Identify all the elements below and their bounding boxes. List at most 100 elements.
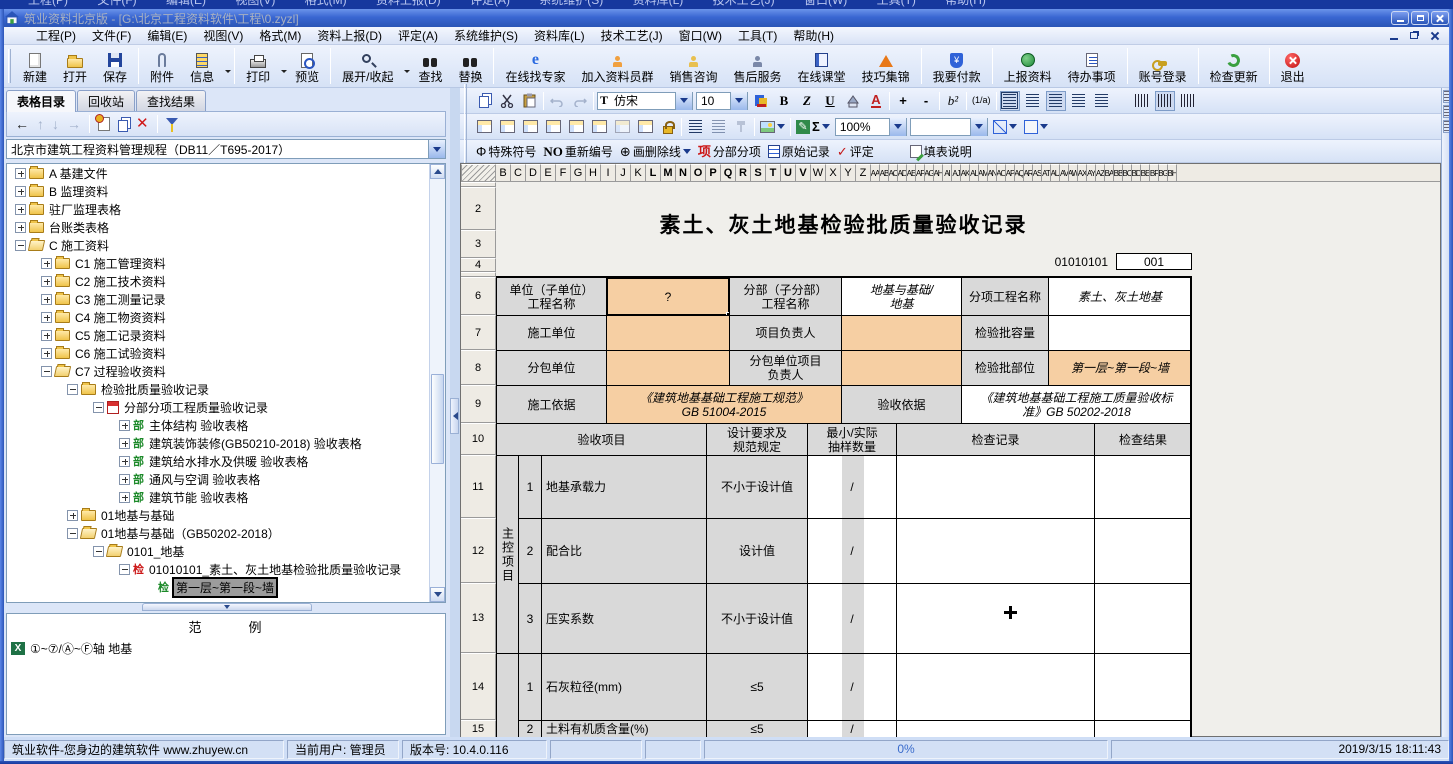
- tree-item[interactable]: C2 施工技术资料: [7, 272, 445, 290]
- new-button[interactable]: 新建: [15, 46, 55, 86]
- expand-plus-icon[interactable]: [41, 348, 52, 359]
- collapse-minus-icon[interactable]: [119, 564, 130, 575]
- column-header[interactable]: AJ: [952, 164, 961, 182]
- menu-item[interactable]: 工具(T): [730, 26, 785, 45]
- check-result-cell[interactable]: [1094, 518, 1192, 584]
- tree-item[interactable]: 01地基与基础（GB50202-2018）: [7, 524, 445, 542]
- item-sample-cell[interactable]: /: [807, 518, 897, 584]
- column-header[interactable]: AD: [898, 164, 907, 182]
- expand-plus-icon[interactable]: [119, 420, 130, 431]
- menu-item[interactable]: 资料上报(D): [309, 26, 390, 45]
- menu-item[interactable]: 文件(F): [84, 26, 139, 45]
- value-cell[interactable]: 素土、灰土地基: [1048, 277, 1192, 316]
- vertical-top-button[interactable]: [1132, 91, 1152, 111]
- column-header[interactable]: AI: [943, 164, 952, 182]
- item-sample-cell[interactable]: /: [807, 720, 897, 738]
- forward-arrow-icon[interactable]: →: [67, 117, 81, 131]
- tree-item[interactable]: 检验批质量验收记录: [7, 380, 445, 398]
- fill-color-button[interactable]: [1022, 117, 1050, 137]
- column-header[interactable]: B: [496, 164, 511, 182]
- column-header-selected[interactable]: N: [676, 164, 691, 182]
- column-header[interactable]: AF: [916, 164, 925, 182]
- new-node-icon[interactable]: [98, 117, 110, 131]
- column-header[interactable]: AH: [934, 164, 943, 182]
- item-sample-cell[interactable]: /: [807, 653, 897, 721]
- renumber-button[interactable]: NO重新编号: [541, 141, 615, 161]
- format-brush-button[interactable]: [731, 117, 751, 137]
- zoom-combo[interactable]: 100%: [835, 118, 907, 136]
- tree-item[interactable]: 台账类表格: [7, 218, 445, 236]
- delete-col-button[interactable]: [589, 117, 609, 137]
- line-style-combo[interactable]: [910, 118, 988, 136]
- column-header[interactable]: Z: [856, 164, 871, 182]
- column-header-selected[interactable]: Q: [721, 164, 736, 182]
- minimize-button[interactable]: [1391, 11, 1409, 25]
- row-header[interactable]: 4: [461, 258, 496, 272]
- menu-item[interactable]: 编辑(E): [139, 26, 195, 45]
- fraction-button[interactable]: (1/a): [970, 91, 993, 111]
- original-record-button[interactable]: 原始记录: [766, 141, 832, 161]
- column-header[interactable]: AK: [961, 164, 970, 182]
- combo-dropdown-button[interactable]: [675, 92, 692, 110]
- column-header[interactable]: AL: [970, 164, 979, 182]
- preview-button[interactable]: 预览: [287, 46, 327, 86]
- expand-plus-icon[interactable]: [41, 330, 52, 341]
- tree-item-selected[interactable]: 检第一层~第一段~墙: [7, 578, 445, 596]
- expand-plus-icon[interactable]: [15, 204, 26, 215]
- combo-dropdown-button[interactable]: [889, 118, 906, 136]
- menu-item[interactable]: 工程(P): [28, 26, 84, 45]
- check-record-cell[interactable]: [896, 653, 1095, 721]
- todo-button[interactable]: 待办事项: [1060, 46, 1124, 86]
- paragraph-spacing-button[interactable]: [708, 117, 728, 137]
- attachment-button[interactable]: 附件: [142, 46, 182, 86]
- column-header[interactable]: AT: [1042, 164, 1051, 182]
- column-header[interactable]: AE: [907, 164, 916, 182]
- row-header[interactable]: 2: [461, 187, 496, 230]
- column-header[interactable]: G: [571, 164, 586, 182]
- row-header[interactable]: 9: [461, 385, 496, 423]
- up-arrow-icon[interactable]: ↑: [37, 117, 44, 131]
- align-right-button[interactable]: [1069, 91, 1089, 111]
- column-header[interactable]: H: [586, 164, 601, 182]
- expand-plus-icon[interactable]: [119, 438, 130, 449]
- scrollbar-thumb[interactable]: [431, 374, 444, 464]
- open-button[interactable]: 打开: [55, 46, 95, 86]
- select-all-corner[interactable]: [461, 164, 496, 182]
- line-spacing-button[interactable]: [685, 117, 705, 137]
- underline-button[interactable]: U: [820, 91, 840, 111]
- column-header[interactable]: AN: [988, 164, 997, 182]
- column-header[interactable]: AC: [889, 164, 898, 182]
- column-header-selected[interactable]: L: [646, 164, 661, 182]
- collapse-minus-icon[interactable]: [41, 366, 52, 377]
- tree-item[interactable]: 部建筑给水排水及供暖 验收表格: [7, 452, 445, 470]
- copy-node-icon[interactable]: [118, 120, 128, 132]
- merge-cell-button[interactable]: [566, 117, 586, 137]
- column-header[interactable]: BA: [1105, 164, 1114, 182]
- pay-button[interactable]: ¥我要付款: [925, 46, 989, 86]
- column-header[interactable]: AW: [1069, 164, 1078, 182]
- check-update-button[interactable]: 检查更新: [1202, 46, 1266, 86]
- item-sample-cell[interactable]: /: [807, 583, 897, 654]
- collapse-minus-icon[interactable]: [93, 402, 104, 413]
- row-header[interactable]: 6: [461, 277, 496, 315]
- paste-button[interactable]: [520, 91, 540, 111]
- maximize-button[interactable]: [1411, 11, 1429, 25]
- collapse-minus-icon[interactable]: [15, 240, 26, 251]
- bold-button[interactable]: B: [774, 91, 794, 111]
- combo-dropdown-button[interactable]: [730, 92, 747, 110]
- tree-item[interactable]: C1 施工管理资料: [7, 254, 445, 272]
- font-family-combo[interactable]: T仿宋: [597, 92, 693, 110]
- cut-button[interactable]: [497, 91, 517, 111]
- document-canvas[interactable]: 素土、灰土地基检验批质量验收记录 01010101 001 单位（子单位） 工程…: [496, 182, 1442, 738]
- info-dropdown-icon[interactable]: [225, 70, 231, 76]
- tree-item[interactable]: 部建筑节能 验收表格: [7, 488, 445, 506]
- toolbar-grip[interactable]: [8, 49, 11, 83]
- expand-plus-icon[interactable]: [41, 312, 52, 323]
- strikeout-button[interactable]: ⊕画删除线: [618, 141, 693, 161]
- expand-plus-icon[interactable]: [119, 492, 130, 503]
- collapse-minus-icon[interactable]: [67, 384, 78, 395]
- combo-dropdown-button[interactable]: [970, 118, 987, 136]
- title-bar[interactable]: 筑业资料北京版 - [G:\北京工程资料软件\工程\0.zyzl]: [0, 9, 1453, 27]
- filter-icon[interactable]: [166, 118, 178, 131]
- row-header[interactable]: 13: [461, 583, 496, 653]
